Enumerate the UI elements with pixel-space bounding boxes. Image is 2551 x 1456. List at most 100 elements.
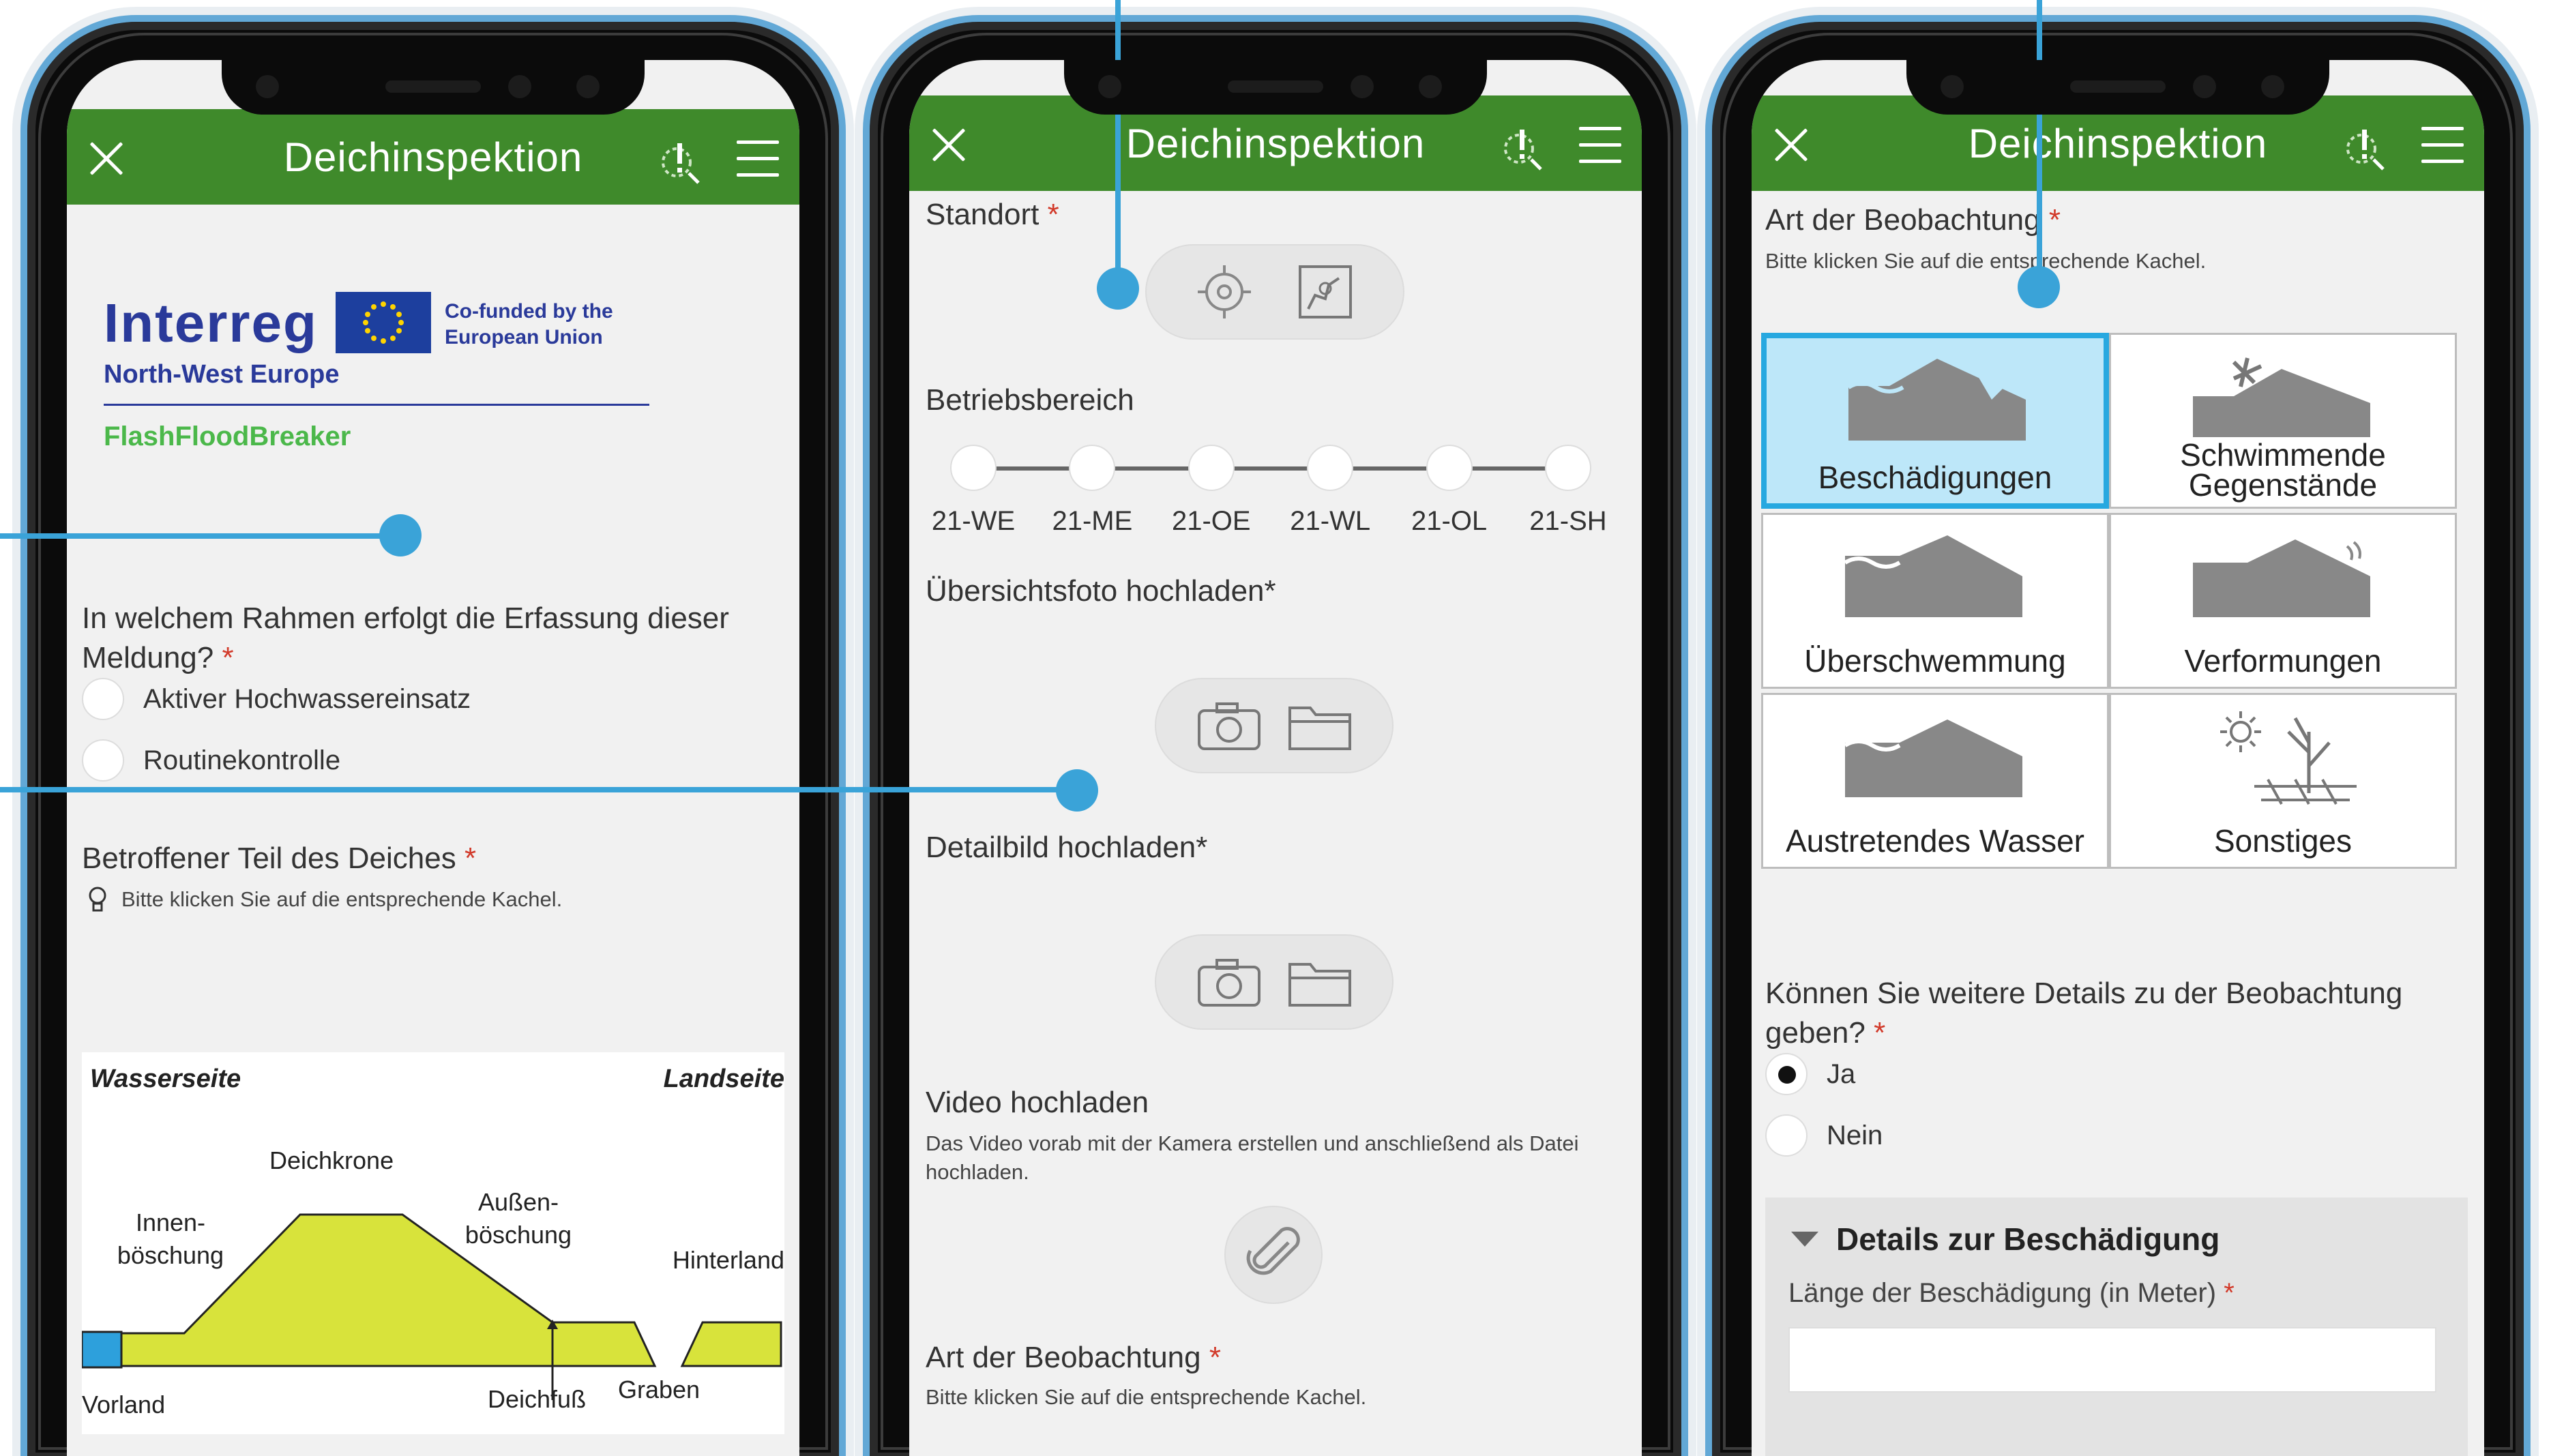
folder-icon[interactable]: [1286, 955, 1354, 1009]
cofund-text: Co-funded by the European Union: [445, 300, 613, 348]
area-stop-label: 21-SH: [1529, 506, 1607, 536]
map-icon[interactable]: [1295, 261, 1356, 323]
menu-icon[interactable]: [737, 140, 779, 177]
paperclip-icon: [1246, 1227, 1300, 1275]
dike-diagram[interactable]: Wasserseite Landseite Deichkrone Innen- …: [82, 1052, 784, 1434]
area-stop-21-sh[interactable]: [1545, 445, 1591, 491]
app-title: Deichinspektion: [1125, 120, 1426, 166]
screen-3: Deichinspektion Art der Beobachtung * Bi…: [1752, 60, 2484, 1456]
area-slider[interactable]: 21-WE 21-ME 21-OE 21-WL 21-OL 21-SH: [932, 442, 1607, 536]
phone-frame-2: Deichinspektion Standort * Betriebsberei…: [863, 15, 1688, 1456]
overview-photo-label: Übersichtsfoto hochladen*: [926, 574, 1276, 608]
callout-line-photo: [0, 787, 1078, 792]
inspect-tool-icon[interactable]: [1499, 124, 1546, 172]
radio-yes[interactable]: Ja: [1765, 1053, 1855, 1095]
logo-divider: [104, 404, 649, 406]
area-stop-label: 21-WE: [931, 506, 1016, 536]
phone-notch: [222, 60, 645, 115]
radio-option-routine[interactable]: Routinekontrolle: [82, 739, 340, 782]
radio-option-active[interactable]: Aktiver Hochwassereinsatz: [82, 678, 471, 720]
label-ditch: Graben: [618, 1376, 701, 1403]
detail-photo-picker[interactable]: [1155, 934, 1394, 1030]
screen-2: Deichinspektion Standort * Betriebsberei…: [909, 60, 1642, 1456]
tile-deformation[interactable]: Verformungen: [2109, 513, 2457, 689]
tile-floating-objects[interactable]: Schwimmende Gegenstände: [2109, 333, 2457, 509]
area-label: Betriebsbereich: [926, 383, 1134, 417]
area-stop-label: 21-ME: [1052, 506, 1133, 536]
interreg-wordmark: Interreg: [104, 293, 318, 353]
area-stop-label: 21-OL: [1411, 506, 1488, 536]
label-hinterland: Hinterland: [672, 1246, 784, 1274]
callout-dot-logo: [379, 514, 422, 556]
label-land-side: Landseite: [663, 1065, 784, 1093]
radio-circle[interactable]: [82, 739, 124, 782]
damage-details-section: Details zur Beschädigung Länge der Besch…: [1765, 1198, 2468, 1456]
chevron-down-icon[interactable]: [1791, 1229, 1818, 1249]
app-title: Deichinspektion: [1968, 120, 2268, 166]
inspect-tool-icon[interactable]: [656, 138, 704, 185]
details-question: Können Sie weitere Details zu der Beobac…: [1765, 977, 2403, 1050]
screen-1: Deichinspektion Interreg Co-funded by th…: [67, 60, 799, 1456]
area-stop-21-oe[interactable]: [1188, 445, 1235, 491]
radio-circle-selected[interactable]: [1765, 1053, 1808, 1095]
area-stop-21-me[interactable]: [1069, 445, 1116, 491]
callout-line-location: [1115, 0, 1121, 289]
video-hint: Das Video vorab mit der Kamera erstellen…: [926, 1131, 1579, 1184]
app-title: Deichinspektion: [283, 134, 583, 180]
area-stop-label: 21-WL: [1290, 506, 1371, 536]
camera-icon[interactable]: [1195, 698, 1263, 753]
tile-other[interactable]: Sonstiges: [2109, 693, 2457, 869]
location-picker[interactable]: [1145, 244, 1404, 340]
gps-locate-icon[interactable]: [1194, 261, 1255, 323]
phone-notch: [1906, 60, 2329, 115]
attach-file-button[interactable]: [1224, 1206, 1323, 1304]
flooding-icon: [1845, 535, 2022, 617]
phone-notch: [1064, 60, 1487, 115]
area-stop-label: 21-OE: [1171, 506, 1251, 536]
sun-tree-icon: [2220, 711, 2357, 805]
folder-icon[interactable]: [1286, 698, 1354, 753]
tile-flooding[interactable]: Überschwemmung: [1761, 513, 2109, 689]
app-header: Deichinspektion: [67, 109, 799, 205]
leaking-water-icon: [1845, 719, 2022, 797]
callout-line-logo: [0, 533, 400, 539]
close-icon[interactable]: [85, 136, 128, 180]
floating-debris-icon: [2193, 357, 2370, 437]
callout-dot-location: [1097, 267, 1139, 310]
close-icon[interactable]: [927, 123, 971, 166]
detail-photo-label: Detailbild hochladen*: [926, 831, 1208, 864]
label-crest: Deichkrone: [269, 1146, 394, 1174]
menu-icon[interactable]: [2421, 127, 2464, 164]
interreg-logo: Interreg Co-funded by the European Union…: [104, 292, 718, 456]
overview-photo-picker[interactable]: [1155, 678, 1394, 773]
project-name: FlashFloodBreaker: [104, 421, 351, 451]
radio-circle[interactable]: [82, 678, 124, 720]
tile-leaking-water[interactable]: Austretendes Wasser: [1761, 693, 2109, 869]
length-input[interactable]: [1788, 1327, 2436, 1393]
area-stop-21-wl[interactable]: [1307, 445, 1354, 491]
observation-hint: Bitte klicken Sie auf die entsprechende …: [926, 1385, 1367, 1409]
inspect-tool-icon[interactable]: [2341, 124, 2389, 172]
observation-label: Art der Beobachtung *: [926, 1341, 1221, 1374]
callout-dot-observation: [2018, 266, 2060, 308]
tile-damage[interactable]: Beschädigungen: [1761, 333, 2109, 509]
area-stop-21-we[interactable]: [950, 445, 997, 491]
close-icon[interactable]: [1769, 123, 1813, 166]
radio-no[interactable]: Nein: [1765, 1114, 1883, 1157]
eu-flag-icon: [336, 292, 431, 353]
label-water-side: Wasserseite: [90, 1065, 241, 1093]
section-header[interactable]: Details zur Beschädigung: [1791, 1221, 2220, 1258]
lightbulb-icon: [89, 887, 106, 912]
area-stop-21-ol[interactable]: [1426, 445, 1473, 491]
menu-icon[interactable]: [1579, 127, 1621, 164]
radio-circle[interactable]: [1765, 1114, 1808, 1157]
callout-dot-photo: [1056, 769, 1098, 812]
tile-hint: Bitte klicken Sie auf die entsprechende …: [87, 885, 562, 914]
callout-line-observation: [2037, 0, 2042, 286]
video-label: Video hochladen: [926, 1086, 1149, 1119]
question-dike-part: Betroffener Teil des Deiches *: [82, 842, 477, 875]
label-outer-slope: Außen- böschung: [465, 1188, 572, 1249]
region-text: North-West Europe: [104, 360, 340, 389]
location-label: Standort *: [926, 198, 1059, 231]
camera-icon[interactable]: [1195, 955, 1263, 1009]
